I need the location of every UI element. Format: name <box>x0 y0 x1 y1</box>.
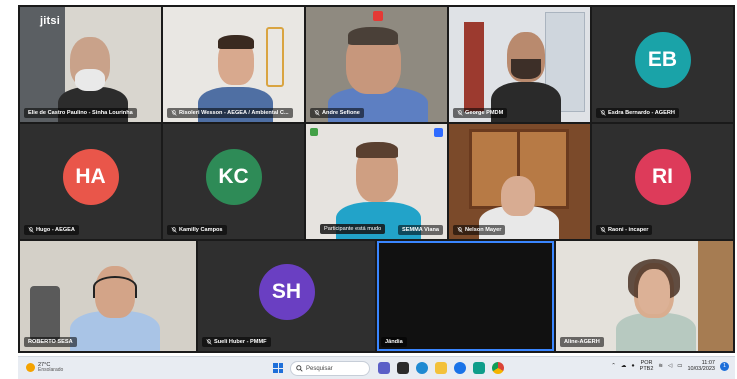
chevron-up-icon[interactable]: ⌃ <box>611 363 616 369</box>
mic-off-icon <box>206 339 212 345</box>
participant-tile[interactable]: HA Hugo - AEGEA <box>20 124 161 239</box>
browser-icon[interactable] <box>454 362 466 374</box>
mic-off-icon <box>171 110 177 116</box>
participant-name-label: Nelson Mayer <box>453 225 506 235</box>
search-placeholder: Pesquisar <box>306 365 333 372</box>
chat-app-icon[interactable] <box>378 362 390 374</box>
participant-name-label: Sueli Huber - PMMF <box>202 337 271 347</box>
connection-indicator <box>310 128 318 136</box>
video-feed <box>306 7 447 122</box>
jitsi-logo: jitsi <box>40 15 60 27</box>
participant-avatar: RI <box>634 148 691 205</box>
participant-avatar: HA <box>62 148 119 205</box>
battery-icon[interactable]: ▭ <box>677 363 682 369</box>
pinned-apps <box>378 362 504 374</box>
participant-name-label: Aline-AGERH <box>560 337 604 347</box>
status-badge <box>434 128 443 137</box>
participant-name-label: Andre Sefione <box>310 108 364 118</box>
taskbar-search[interactable]: Pesquisar <box>290 361 370 376</box>
video-grid: jitsi Elie de Castro Paulino - Sinha Lou… <box>18 5 735 353</box>
sun-icon <box>26 363 35 373</box>
mic-off-icon <box>600 110 606 116</box>
participant-tile[interactable]: Jândia <box>377 241 554 351</box>
mic-off-icon <box>600 227 606 233</box>
muted-tooltip: Participante está mudo <box>320 224 386 234</box>
cloud-icon[interactable]: ☁ <box>621 363 627 369</box>
mic-off-icon <box>457 227 463 233</box>
windows-taskbar: 27°C Ensolarado Pesquisar ⌃ ☁ ● POR PTB2… <box>18 356 735 379</box>
volume-icon[interactable]: ◁ <box>668 363 672 369</box>
task-view-icon[interactable] <box>397 362 409 374</box>
clock[interactable]: 11:07 10/03/2023 <box>687 360 715 372</box>
participant-tile[interactable]: EB Esdra Bernardo - AGERH <box>592 7 733 122</box>
participant-name-label: Elie de Castro Paulino - Sinha Lourinha <box>24 108 137 118</box>
participant-tile[interactable]: ROBERTO SESA <box>20 241 196 351</box>
participant-tile[interactable]: Aline-AGERH <box>556 241 733 351</box>
weather-widget[interactable]: 27°C Ensolarado <box>26 362 63 374</box>
wifi-icon[interactable]: ≋ <box>658 363 663 369</box>
participant-name-label: George PMDM <box>453 108 508 118</box>
participant-name-label: Risoleri Wesson - AEGEA / Ambiental C... <box>167 108 293 118</box>
mic-off-icon <box>314 110 320 116</box>
mic-off-icon <box>457 110 463 116</box>
participant-tile[interactable]: Risoleri Wesson - AEGEA / Ambiental C... <box>163 7 304 122</box>
mic-icon[interactable]: ● <box>631 363 634 369</box>
chrome-icon[interactable] <box>492 362 504 374</box>
app-icon[interactable] <box>473 362 485 374</box>
video-feed <box>449 7 590 122</box>
participant-name-label: Kamilly Campos <box>167 225 227 235</box>
video-feed <box>163 7 304 122</box>
recording-badge <box>373 11 383 21</box>
edge-icon[interactable] <box>416 362 428 374</box>
participant-tile[interactable]: RI Raoni - incaper <box>592 124 733 239</box>
search-icon <box>296 365 303 372</box>
participant-name-label: Esdra Bernardo - AGERH <box>596 108 679 118</box>
file-explorer-icon[interactable] <box>435 362 447 374</box>
participant-name-label: SEMMA Viana <box>398 225 443 235</box>
notification-badge[interactable]: 1 <box>720 361 729 371</box>
language-indicator[interactable]: POR PTB2 <box>640 360 654 372</box>
participant-avatar: KC <box>205 148 262 205</box>
participant-tile[interactable]: KC Kamilly Campos <box>163 124 304 239</box>
participant-name-label: Raoni - incaper <box>596 225 653 235</box>
weather-condition: Ensolarado <box>38 367 64 374</box>
participant-avatar: SH <box>258 263 315 320</box>
video-feed <box>20 241 196 351</box>
video-feed <box>449 124 590 239</box>
participant-name-label: Hugo - AEGEA <box>24 225 79 235</box>
video-feed <box>306 124 447 239</box>
participant-tile[interactable]: Participante está mudo SEMMA Viana <box>306 124 447 239</box>
participant-tile[interactable]: Nelson Mayer <box>449 124 590 239</box>
windows-start-icon[interactable] <box>273 363 283 373</box>
participant-tile[interactable]: George PMDM <box>449 7 590 122</box>
mic-off-icon <box>28 227 34 233</box>
participant-name-label: ROBERTO SESA <box>24 337 77 347</box>
video-feed <box>556 241 733 351</box>
mic-off-icon <box>171 227 177 233</box>
system-tray: ⌃ ☁ ● POR PTB2 ≋ ◁ ▭ 11:07 10/03/2023 1 <box>611 360 729 372</box>
participant-tile[interactable]: Andre Sefione <box>306 7 447 122</box>
participant-tile[interactable]: SH Sueli Huber - PMMF <box>198 241 375 351</box>
participant-avatar: EB <box>634 31 691 88</box>
participant-name-label: Jândia <box>381 337 407 347</box>
